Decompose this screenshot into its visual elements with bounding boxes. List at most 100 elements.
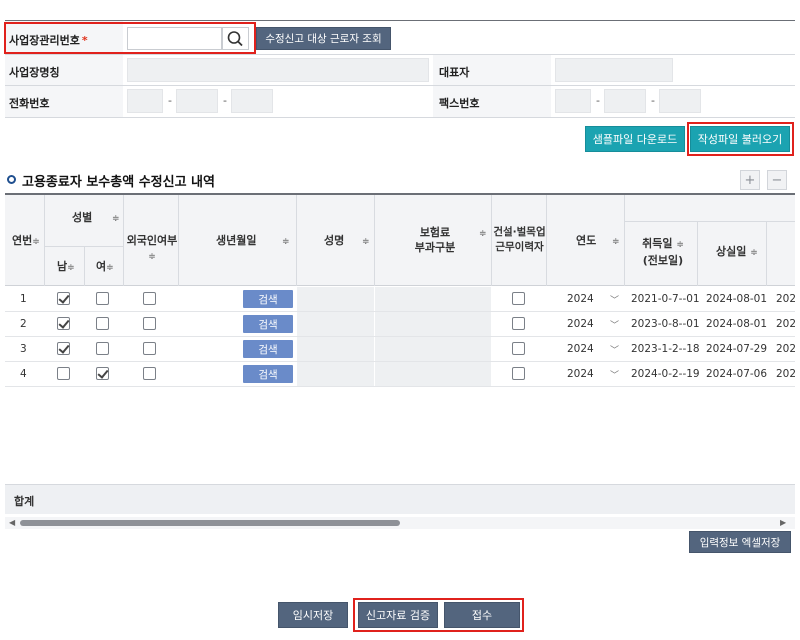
birth-search-button[interactable]: 검색 — [243, 315, 293, 333]
sort-icon[interactable]: ≑ — [362, 233, 370, 250]
remove-row-button[interactable]: − — [767, 170, 787, 190]
loss-date: 2024-07-29 — [706, 343, 768, 355]
loss-date: 2024-08-01 — [706, 293, 768, 305]
scroll-right-icon[interactable]: ▶ — [780, 518, 786, 527]
rep-label: 대표자 — [439, 66, 470, 79]
phone-part-1 — [127, 89, 163, 113]
year-select[interactable]: 2024 — [567, 293, 594, 305]
scroll-left-icon[interactable]: ◀ — [9, 518, 15, 527]
name-cell — [297, 312, 374, 337]
col-header-female[interactable]: 여≑ — [96, 259, 114, 276]
col-header-gender[interactable]: 성별 — [72, 210, 92, 225]
foreigner-checkbox[interactable] — [143, 292, 156, 305]
male-checkbox[interactable] — [57, 292, 70, 305]
sort-icon[interactable]: ≑ — [612, 233, 620, 250]
section-bullet-icon — [7, 175, 16, 184]
sort-icon: ≑ — [676, 240, 684, 250]
fax-part-3 — [659, 89, 701, 113]
name-cell — [297, 337, 374, 362]
fax-sep: - — [651, 94, 655, 107]
birth-search-button[interactable]: 검색 — [243, 365, 293, 383]
construction-checkbox[interactable] — [512, 367, 525, 380]
grid-vline — [624, 195, 625, 286]
form-divider — [5, 117, 795, 118]
excel-save-button[interactable]: 입력정보 엑셀저장 — [689, 531, 791, 553]
chevron-down-icon[interactable]: ﹀ — [610, 368, 619, 381]
section-title: 고용종료자 보수총액 수정신고 내역 — [22, 175, 215, 190]
sort-icon[interactable]: ≑ — [282, 233, 290, 250]
col-header-insurance[interactable]: 보험료 부과구분 — [410, 225, 460, 255]
phone-part-3 — [231, 89, 273, 113]
construction-checkbox[interactable] — [512, 292, 525, 305]
sort-icon[interactable]: ≑ — [112, 210, 120, 227]
grid-vline — [44, 195, 45, 286]
row-number: 3 — [20, 343, 27, 355]
fax-part-2 — [604, 89, 646, 113]
male-checkbox[interactable] — [57, 342, 70, 355]
sort-icon: ≑ — [67, 263, 75, 273]
female-checkbox[interactable] — [96, 367, 109, 380]
scrollbar-thumb[interactable] — [20, 520, 400, 526]
chevron-down-icon[interactable]: ﹀ — [610, 343, 619, 356]
total-label: 합계 — [14, 495, 35, 508]
col-header-name[interactable]: 성명 — [324, 233, 344, 248]
add-row-button[interactable]: + — [740, 170, 760, 190]
col-header-construction[interactable]: 건설·벌목업 근무이력자 — [491, 225, 548, 255]
chevron-down-icon[interactable]: ﹀ — [610, 293, 619, 306]
female-checkbox[interactable] — [96, 342, 109, 355]
rep-field — [555, 58, 673, 82]
phone-part-2 — [176, 89, 218, 113]
next-col-cell: 202 — [776, 293, 795, 305]
biz-name-label: 사업장명칭 — [9, 66, 60, 79]
male-checkbox[interactable] — [57, 317, 70, 330]
insurance-cell — [375, 362, 491, 387]
fax-label: 팩스번호 — [439, 97, 480, 110]
load-file-highlight — [687, 122, 794, 156]
year-select[interactable]: 2024 — [567, 343, 594, 355]
col-header-male[interactable]: 남≑ — [57, 259, 75, 276]
acquire-date: 2023-1-2--18 — [631, 343, 700, 355]
next-col-cell: 202 — [776, 318, 795, 330]
sample-download-button[interactable]: 샘플파일 다운로드 — [585, 126, 685, 152]
construction-checkbox[interactable] — [512, 342, 525, 355]
col-header-loss[interactable]: 상실일 ≑ — [716, 244, 758, 261]
sort-icon: ≑ — [148, 252, 156, 262]
foreigner-checkbox[interactable] — [143, 342, 156, 355]
next-col-cell: 202 — [776, 368, 795, 380]
year-select[interactable]: 2024 — [567, 368, 594, 380]
biz-name-field — [127, 58, 429, 82]
female-checkbox[interactable] — [96, 317, 109, 330]
sort-icon: ≑ — [32, 237, 40, 247]
grid-vline — [766, 222, 767, 286]
phone-sep: - — [223, 94, 227, 107]
male-checkbox[interactable] — [57, 367, 70, 380]
female-checkbox[interactable] — [96, 292, 109, 305]
construction-checkbox[interactable] — [512, 317, 525, 330]
col-header-year[interactable]: 연도 — [576, 233, 596, 248]
name-cell — [297, 287, 374, 312]
col-header-foreigner[interactable]: 외국인여부≑ — [124, 233, 180, 265]
name-cell — [297, 362, 374, 387]
year-select[interactable]: 2024 — [567, 318, 594, 330]
birth-search-button[interactable]: 검색 — [243, 340, 293, 358]
acquire-date: 2023-0-8--01 — [631, 318, 700, 330]
form-divider — [5, 85, 795, 86]
form-top-border — [5, 20, 795, 21]
chevron-down-icon[interactable]: ﹀ — [610, 318, 619, 331]
birth-search-button[interactable]: 검색 — [243, 290, 293, 308]
col-header-acquire[interactable]: 취득일 ≑ (전보일) — [640, 236, 686, 268]
col-header-row-no[interactable]: 연번≑ — [12, 233, 40, 250]
row-number: 1 — [20, 293, 27, 305]
lookup-workers-button[interactable]: 수정신고 대상 근로자 조회 — [256, 27, 391, 50]
foreigner-checkbox[interactable] — [143, 367, 156, 380]
fax-part-1 — [555, 89, 591, 113]
grid-hline — [624, 221, 795, 222]
insurance-cell — [375, 337, 491, 362]
loss-date: 2024-07-06 — [706, 368, 768, 380]
col-header-birth[interactable]: 생년월일 — [216, 233, 256, 248]
temp-save-button[interactable]: 임시저장 — [278, 602, 348, 628]
foreigner-checkbox[interactable] — [143, 317, 156, 330]
biz-no-highlight — [4, 22, 256, 54]
grid-vline — [84, 247, 85, 286]
sort-icon[interactable]: ≑ — [479, 225, 487, 242]
